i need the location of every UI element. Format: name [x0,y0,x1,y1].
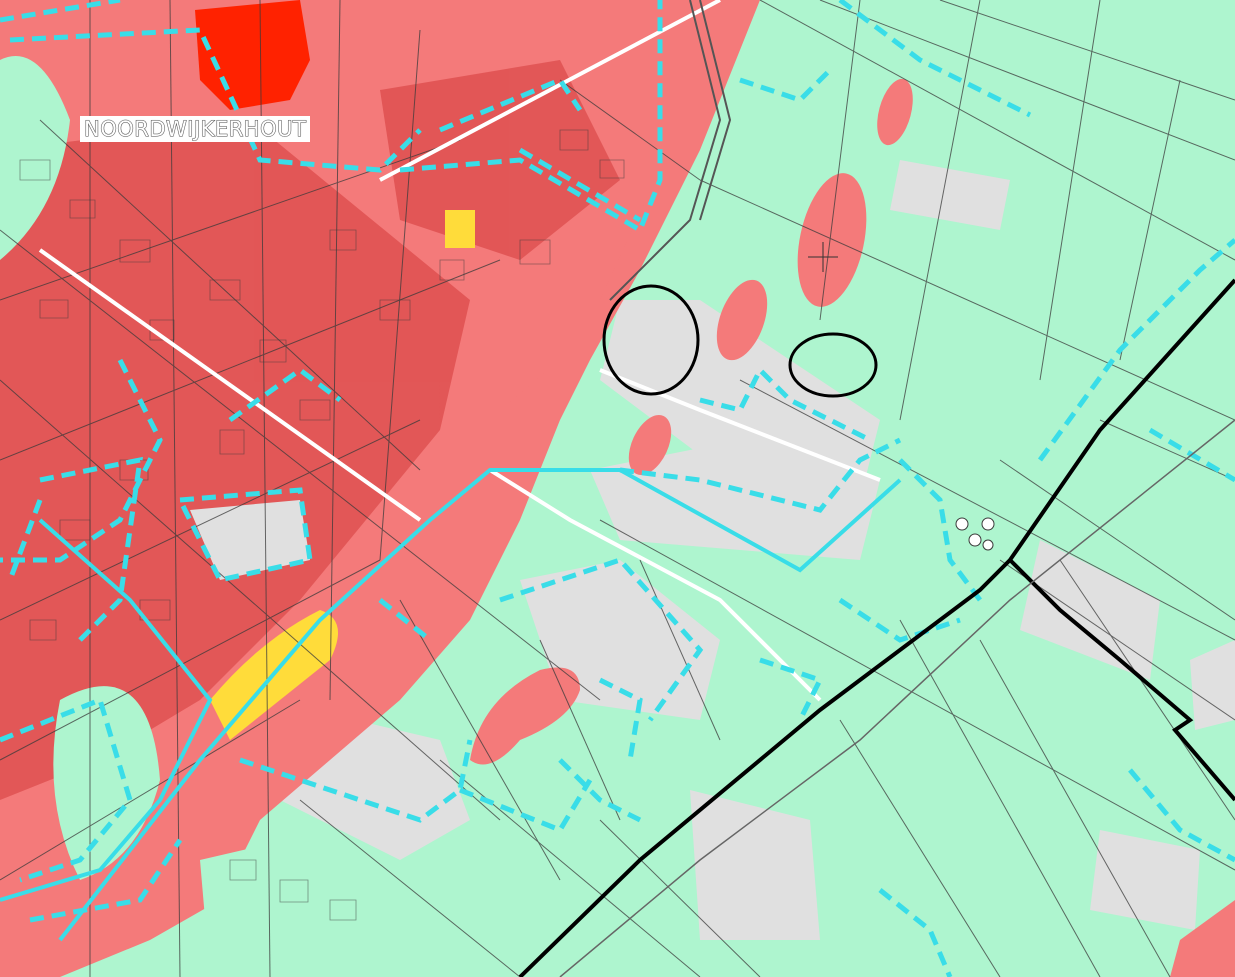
map-canvas[interactable] [0,0,1235,977]
place-name-label: NOORDWIJKERHOUT [80,116,311,142]
